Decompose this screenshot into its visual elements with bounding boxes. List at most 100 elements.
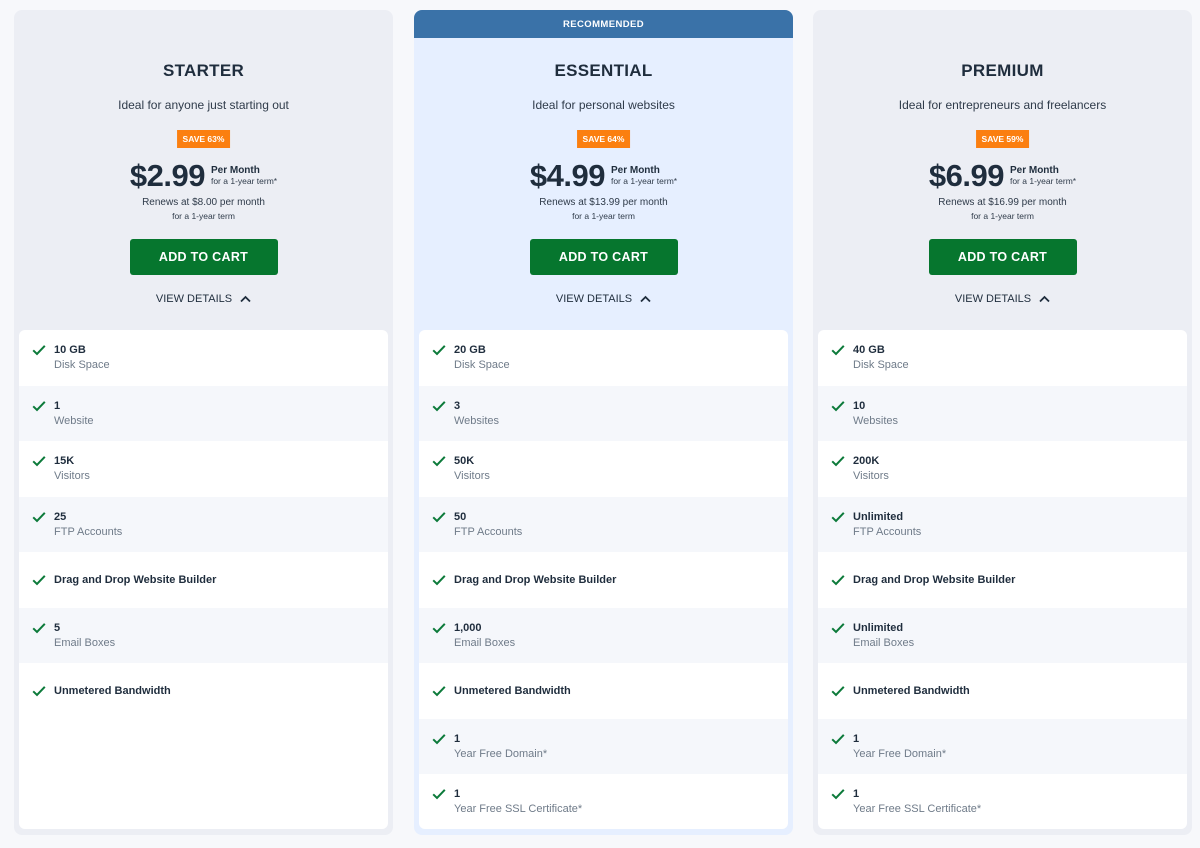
feature-label: Website: [54, 414, 94, 427]
check-icon: [831, 574, 845, 586]
feature-value: Drag and Drop Website Builder: [54, 573, 217, 586]
renewal-term: for a 1-year term: [172, 211, 235, 221]
feature-label: Visitors: [853, 470, 889, 483]
feature-value: 25: [54, 510, 67, 523]
save-badge: SAVE 59%: [975, 130, 1030, 148]
feature-value: 10 GB: [54, 344, 86, 356]
feature-label: Visitors: [454, 470, 490, 483]
feature-list: 20 GB Disk Space 3 Websites 50K Visitors: [419, 330, 788, 829]
plan-title: PREMIUM: [961, 61, 1044, 80]
check-icon: [432, 456, 446, 467]
feature-label: Year Free Domain*: [454, 747, 548, 760]
feature-item: 20 GB Disk Space: [419, 330, 788, 386]
feature-label: Disk Space: [54, 359, 110, 372]
check-icon: [432, 400, 446, 411]
plan-card-essential: RECOMMENDED ESSENTIAL Ideal for personal…: [414, 10, 793, 835]
feature-value: 3: [454, 399, 461, 412]
add-to-cart-button[interactable]: ADD TO CART: [928, 239, 1077, 275]
term-label: for a 1-year term*: [210, 175, 278, 186]
feature-item: Unmetered Bandwidth: [818, 663, 1187, 719]
renewal-term: for a 1-year term: [971, 211, 1034, 221]
feature-value: 40 GB: [853, 344, 885, 356]
check-icon: [32, 456, 46, 467]
plan-card-starter: STARTER Ideal for anyone just starting o…: [14, 10, 393, 835]
feature-item: 1 Year Free SSL Certificate*: [419, 774, 788, 829]
feature-item: 1 Year Free Domain*: [419, 718, 788, 774]
check-icon: [831, 456, 845, 467]
renewal-price: Renews at $16.99 per month: [938, 197, 1067, 208]
feature-value: 200K: [853, 455, 880, 467]
check-icon: [831, 685, 845, 697]
chevron-up-icon: [240, 295, 251, 303]
plan-subtitle: Ideal for personal websites: [532, 98, 675, 112]
price-period: Per Month for a 1-year term*: [1010, 165, 1076, 186]
feature-item: 10 Websites: [818, 385, 1187, 441]
feature-item: Unmetered Bandwidth: [419, 663, 788, 719]
check-icon: [432, 789, 446, 800]
plan-title: ESSENTIAL: [554, 61, 653, 80]
feature-list: 40 GB Disk Space 10 Websites 200K Visito…: [818, 330, 1187, 829]
check-icon: [831, 622, 845, 633]
check-icon: [32, 511, 46, 522]
feature-item: 1,000 Email Boxes: [419, 607, 788, 663]
feature-value: 1,000: [454, 621, 482, 634]
chevron-up-icon: [1039, 295, 1050, 303]
check-icon: [432, 733, 446, 744]
plan-price: $4.99: [529, 158, 606, 193]
feature-value: 1: [853, 732, 860, 745]
feature-item: Unlimited FTP Accounts: [818, 496, 1187, 552]
add-to-cart-button[interactable]: ADD TO CART: [129, 239, 278, 275]
feature-value: Drag and Drop Website Builder: [853, 573, 1016, 586]
check-icon: [432, 685, 446, 697]
feature-value: 15K: [54, 455, 75, 467]
feature-item: 10 GB Disk Space: [19, 330, 388, 386]
feature-item: 200K Visitors: [818, 441, 1187, 497]
view-details-toggle[interactable]: VIEW DETAILS: [14, 293, 393, 305]
feature-item: 15K Visitors: [19, 441, 388, 497]
add-to-cart-button[interactable]: ADD TO CART: [529, 239, 678, 275]
feature-item: Drag and Drop Website Builder: [818, 552, 1187, 608]
feature-item: Drag and Drop Website Builder: [19, 552, 388, 608]
plan-subtitle: Ideal for entrepreneurs and freelancers: [898, 98, 1107, 112]
view-details-toggle[interactable]: VIEW DETAILS: [414, 293, 793, 305]
check-icon: [32, 400, 46, 411]
feature-label: Year Free SSL Certificate*: [853, 803, 982, 816]
feature-value: Unmetered Bandwidth: [853, 684, 970, 697]
feature-item: 25 FTP Accounts: [19, 496, 388, 552]
plan-subtitle: Ideal for anyone just starting out: [118, 98, 289, 112]
feature-label: Year Free Domain*: [853, 747, 947, 760]
feature-value: 50: [454, 510, 467, 523]
check-icon: [831, 400, 845, 411]
view-details-toggle[interactable]: VIEW DETAILS: [813, 293, 1192, 305]
check-icon: [831, 789, 845, 800]
feature-item: 1 Year Free SSL Certificate*: [818, 774, 1187, 829]
price-period: Per Month for a 1-year term*: [211, 165, 277, 186]
save-badge: SAVE 63%: [176, 130, 231, 148]
check-icon: [432, 574, 446, 586]
view-details-label: VIEW DETAILS: [155, 293, 233, 305]
plan-title: STARTER: [162, 61, 245, 80]
check-icon: [432, 622, 446, 633]
feature-value: Unmetered Bandwidth: [54, 684, 171, 697]
feature-item: 50K Visitors: [419, 441, 788, 497]
feature-item: Unlimited Email Boxes: [818, 607, 1187, 663]
feature-item: 3 Websites: [419, 385, 788, 441]
feature-value: 10: [853, 399, 866, 412]
chevron-up-icon: [640, 295, 651, 303]
term-label: for a 1-year term*: [1009, 175, 1077, 186]
feature-label: FTP Accounts: [853, 525, 922, 538]
view-details-label: VIEW DETAILS: [555, 293, 633, 305]
feature-value: Unlimited: [853, 621, 904, 634]
feature-item: 40 GB Disk Space: [818, 330, 1187, 386]
feature-item: 1 Website: [19, 385, 388, 441]
feature-value: Unmetered Bandwidth: [454, 684, 571, 697]
feature-list: 10 GB Disk Space 1 Website 15K Visitors: [19, 330, 388, 829]
feature-value: Drag and Drop Website Builder: [454, 573, 617, 586]
feature-label: Year Free SSL Certificate*: [454, 803, 583, 816]
feature-label: Email Boxes: [54, 636, 116, 649]
feature-label: Websites: [454, 414, 500, 427]
check-icon: [32, 622, 46, 633]
view-details-label: VIEW DETAILS: [954, 293, 1032, 305]
feature-value: Unlimited: [853, 510, 904, 523]
feature-label: Email Boxes: [454, 636, 516, 649]
